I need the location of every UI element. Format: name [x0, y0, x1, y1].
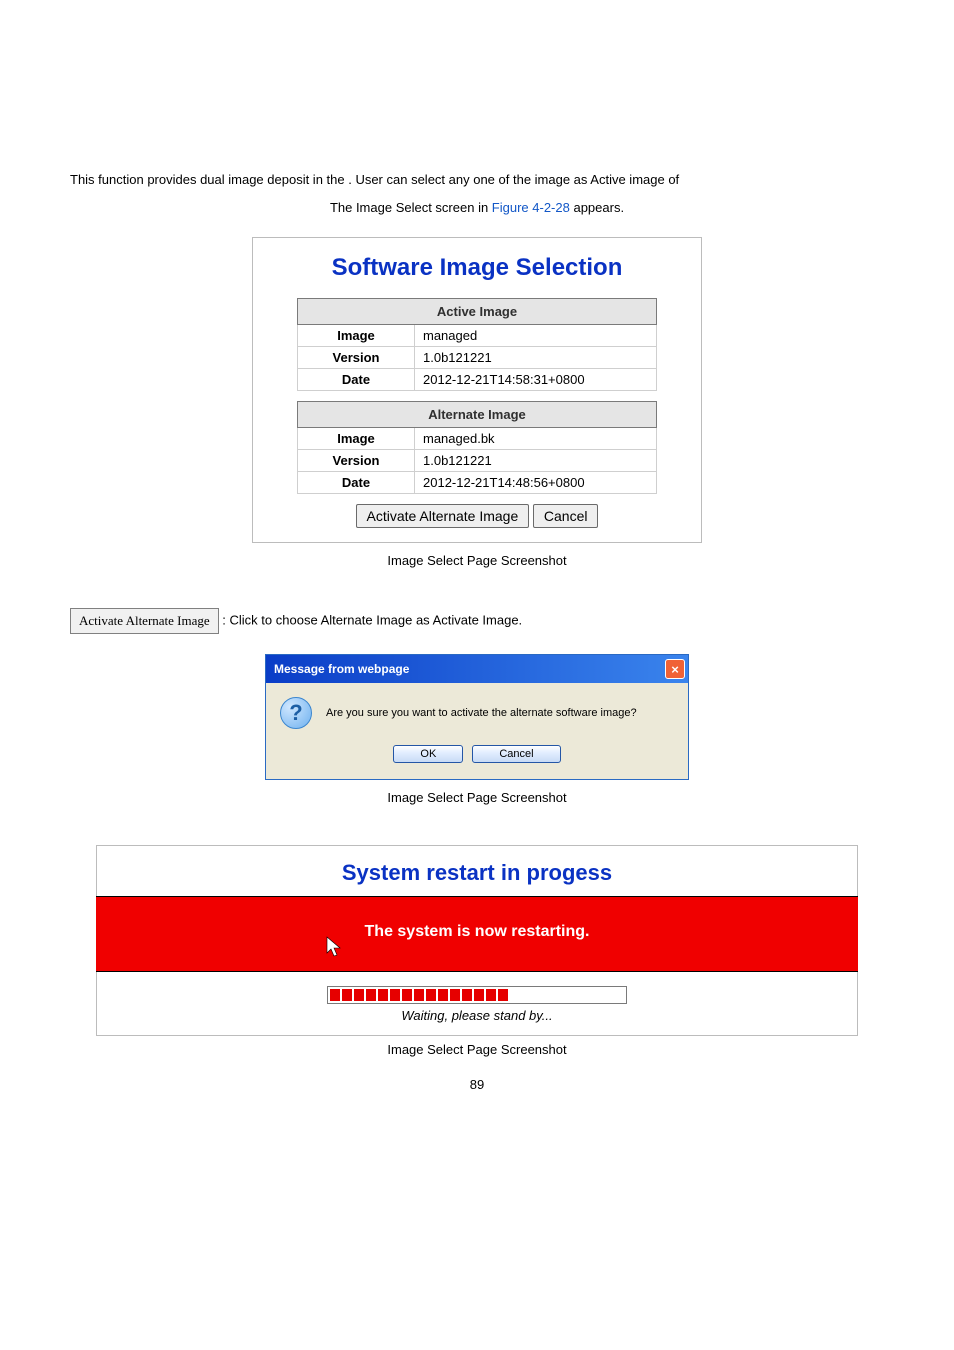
alt-version-value: 1.0b121221: [415, 450, 657, 472]
doc-button-description: Activate Alternate Image : Click to choo…: [70, 608, 954, 634]
label-image: Image: [298, 428, 415, 450]
label-image: Image: [298, 325, 415, 347]
close-icon[interactable]: ×: [665, 659, 685, 679]
figure-ref-link[interactable]: Figure 4-2-28: [492, 200, 570, 215]
doc-button-text: : Click to choose Alternate Image as Act…: [222, 612, 522, 627]
alternate-image-table: Alternate Image Image managed.bk Version…: [297, 401, 657, 494]
active-image-value: managed: [415, 325, 657, 347]
dialog-button-row: OK Cancel: [280, 745, 674, 763]
alt-date-value: 2012-12-21T14:48:56+0800: [415, 472, 657, 494]
figure-caption-3: Image Select Page Screenshot: [0, 1042, 954, 1057]
dialog-titlebar: Message from webpage ×: [266, 655, 688, 683]
figure-caption-2: Image Select Page Screenshot: [0, 790, 954, 805]
page-number: 89: [0, 1077, 954, 1092]
table-row: Image managed: [298, 325, 657, 347]
restart-banner: The system is now restarting.: [96, 896, 858, 972]
dialog-question-text: Are you sure you want to activate the al…: [326, 707, 637, 719]
restart-title: System restart in progess: [97, 846, 857, 896]
activate-alternate-button[interactable]: Activate Alternate Image: [356, 504, 530, 528]
figure-caption-1: Image Select Page Screenshot: [0, 553, 954, 568]
dialog-body: ? Are you sure you want to activate the …: [266, 683, 688, 779]
swi-title: Software Image Selection: [267, 254, 687, 282]
system-restart-panel: System restart in progess The system is …: [96, 845, 858, 1036]
active-version-value: 1.0b121221: [415, 347, 657, 369]
question-icon: ?: [280, 697, 312, 729]
confirm-dialog: Message from webpage × ? Are you sure yo…: [265, 654, 689, 780]
alt-image-value: managed.bk: [415, 428, 657, 450]
ok-button[interactable]: OK: [393, 745, 463, 763]
cancel-button[interactable]: Cancel: [472, 745, 560, 763]
intro-text-b: . User can select any one of the image a…: [348, 172, 679, 187]
dialog-question-row: ? Are you sure you want to activate the …: [280, 697, 674, 729]
intro-text-a: This function provides dual image deposi…: [70, 172, 348, 187]
swi-button-row: Activate Alternate Image Cancel: [267, 504, 687, 528]
active-image-table: Active Image Image managed Version 1.0b1…: [297, 298, 657, 391]
software-image-selection-panel: Software Image Selection Active Image Im…: [252, 237, 702, 543]
dialog-title: Message from webpage: [274, 662, 409, 676]
doc-activate-button: Activate Alternate Image: [70, 608, 219, 634]
progress-bar: [327, 986, 627, 1004]
active-image-header: Active Image: [298, 299, 657, 325]
active-date-value: 2012-12-21T14:58:31+0800: [415, 369, 657, 391]
restart-banner-text: The system is now restarting.: [365, 923, 590, 940]
intro-text-2a: The Image Select screen in: [330, 200, 492, 215]
cursor-icon: [326, 936, 344, 963]
table-row: Version 1.0b121221: [298, 450, 657, 472]
intro-line-2: The Image Select screen in Figure 4-2-28…: [70, 198, 884, 218]
cancel-button[interactable]: Cancel: [533, 504, 599, 528]
label-date: Date: [298, 472, 415, 494]
waiting-text: Waiting, please stand by...: [97, 1008, 857, 1023]
label-date: Date: [298, 369, 415, 391]
intro-line-1: This function provides dual image deposi…: [70, 170, 884, 190]
label-version: Version: [298, 347, 415, 369]
table-row: Image managed.bk: [298, 428, 657, 450]
table-row: Version 1.0b121221: [298, 347, 657, 369]
label-version: Version: [298, 450, 415, 472]
table-row: Date 2012-12-21T14:58:31+0800: [298, 369, 657, 391]
intro-text-2b: appears.: [573, 200, 624, 215]
alternate-image-header: Alternate Image: [298, 402, 657, 428]
table-row: Date 2012-12-21T14:48:56+0800: [298, 472, 657, 494]
